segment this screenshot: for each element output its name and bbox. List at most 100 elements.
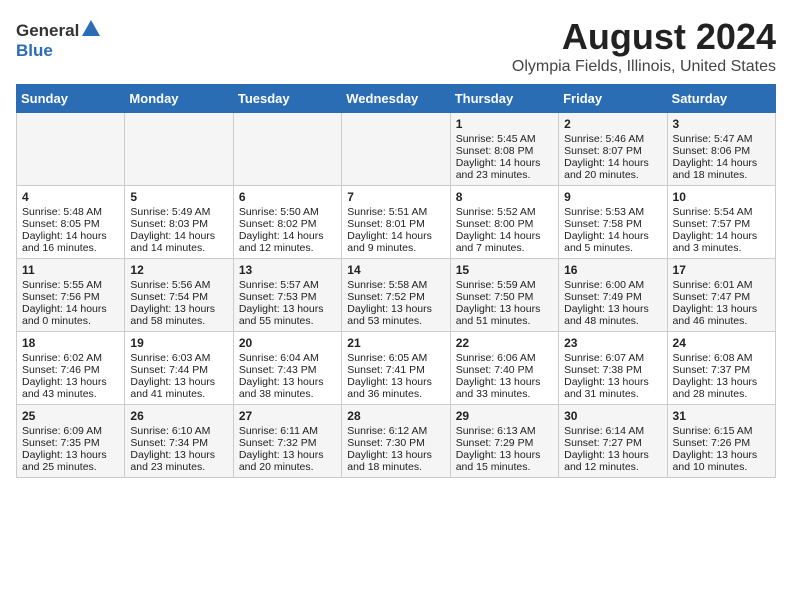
table-row: 29Sunrise: 6:13 AMSunset: 7:29 PMDayligh…	[450, 405, 558, 478]
day-number: 25	[22, 409, 119, 423]
day-info: Sunset: 7:43 PM	[239, 364, 336, 376]
table-row: 31Sunrise: 6:15 AMSunset: 7:26 PMDayligh…	[667, 405, 775, 478]
day-info: and 31 minutes.	[564, 388, 661, 400]
day-number: 27	[239, 409, 336, 423]
day-info: and 53 minutes.	[347, 315, 444, 327]
day-info: and 10 minutes.	[673, 461, 770, 473]
day-info: Sunrise: 5:48 AM	[22, 206, 119, 218]
day-number: 29	[456, 409, 553, 423]
table-row: 11Sunrise: 5:55 AMSunset: 7:56 PMDayligh…	[17, 259, 125, 332]
day-info: Sunset: 7:52 PM	[347, 291, 444, 303]
table-row: 22Sunrise: 6:06 AMSunset: 7:40 PMDayligh…	[450, 332, 558, 405]
day-info: Daylight: 13 hours	[456, 376, 553, 388]
day-info: Daylight: 13 hours	[130, 376, 227, 388]
table-row: 20Sunrise: 6:04 AMSunset: 7:43 PMDayligh…	[233, 332, 341, 405]
day-info: Daylight: 14 hours	[564, 230, 661, 242]
day-info: and 51 minutes.	[456, 315, 553, 327]
day-info: Daylight: 13 hours	[22, 449, 119, 461]
day-info: Sunset: 7:26 PM	[673, 437, 770, 449]
day-info: Sunrise: 5:49 AM	[130, 206, 227, 218]
day-info: Daylight: 14 hours	[130, 230, 227, 242]
day-number: 28	[347, 409, 444, 423]
day-info: Sunrise: 5:45 AM	[456, 133, 553, 145]
day-info: and 25 minutes.	[22, 461, 119, 473]
day-info: Sunset: 8:00 PM	[456, 218, 553, 230]
day-info: Sunset: 7:53 PM	[239, 291, 336, 303]
day-info: Daylight: 14 hours	[456, 157, 553, 169]
day-info: Sunset: 7:29 PM	[456, 437, 553, 449]
day-info: Sunrise: 6:05 AM	[347, 352, 444, 364]
day-info: Sunrise: 5:53 AM	[564, 206, 661, 218]
day-info: Sunrise: 6:15 AM	[673, 425, 770, 437]
day-info: Daylight: 13 hours	[130, 303, 227, 315]
table-row: 27Sunrise: 6:11 AMSunset: 7:32 PMDayligh…	[233, 405, 341, 478]
table-row: 19Sunrise: 6:03 AMSunset: 7:44 PMDayligh…	[125, 332, 233, 405]
day-info: Sunrise: 5:54 AM	[673, 206, 770, 218]
day-info: Sunset: 8:05 PM	[22, 218, 119, 230]
day-info: Sunset: 7:58 PM	[564, 218, 661, 230]
day-info: Sunrise: 5:55 AM	[22, 279, 119, 291]
day-info: Daylight: 13 hours	[239, 376, 336, 388]
day-info: Sunrise: 6:09 AM	[22, 425, 119, 437]
day-info: Sunset: 7:50 PM	[456, 291, 553, 303]
day-info: Sunrise: 5:46 AM	[564, 133, 661, 145]
table-row: 25Sunrise: 6:09 AMSunset: 7:35 PMDayligh…	[17, 405, 125, 478]
table-row: 17Sunrise: 6:01 AMSunset: 7:47 PMDayligh…	[667, 259, 775, 332]
day-info: and 48 minutes.	[564, 315, 661, 327]
col-saturday: Saturday	[667, 85, 775, 113]
day-number: 17	[673, 263, 770, 277]
day-info: and 55 minutes.	[239, 315, 336, 327]
day-number: 5	[130, 190, 227, 204]
day-number: 1	[456, 117, 553, 131]
calendar-title: August 2024	[16, 16, 776, 58]
col-monday: Monday	[125, 85, 233, 113]
calendar-week-row: 18Sunrise: 6:02 AMSunset: 7:46 PMDayligh…	[17, 332, 776, 405]
table-row: 5Sunrise: 5:49 AMSunset: 8:03 PMDaylight…	[125, 186, 233, 259]
day-info: and 15 minutes.	[456, 461, 553, 473]
day-number: 23	[564, 336, 661, 350]
day-info: Daylight: 14 hours	[564, 157, 661, 169]
table-row: 1Sunrise: 5:45 AMSunset: 8:08 PMDaylight…	[450, 113, 558, 186]
day-info: and 23 minutes.	[456, 169, 553, 181]
day-number: 22	[456, 336, 553, 350]
day-info: Daylight: 13 hours	[673, 303, 770, 315]
day-info: Daylight: 13 hours	[347, 449, 444, 461]
day-info: Sunrise: 5:59 AM	[456, 279, 553, 291]
day-info: Sunset: 7:38 PM	[564, 364, 661, 376]
day-number: 14	[347, 263, 444, 277]
day-info: Sunrise: 5:58 AM	[347, 279, 444, 291]
day-info: Daylight: 13 hours	[456, 303, 553, 315]
col-tuesday: Tuesday	[233, 85, 341, 113]
day-info: and 46 minutes.	[673, 315, 770, 327]
logo: General Blue	[16, 20, 100, 61]
day-info: Sunset: 7:49 PM	[564, 291, 661, 303]
day-info: Daylight: 13 hours	[22, 376, 119, 388]
day-number: 18	[22, 336, 119, 350]
day-info: Sunset: 7:34 PM	[130, 437, 227, 449]
table-row: 28 Sunrise: 6:12 AMSunset: 7:30 PMDayligh…	[342, 405, 450, 478]
table-row: 7Sunrise: 5:51 AMSunset: 8:01 PMDaylight…	[342, 186, 450, 259]
col-sunday: Sunday	[17, 85, 125, 113]
table-row	[342, 113, 450, 186]
day-info: Sunrise: 6:11 AM	[239, 425, 336, 437]
table-row: 3Sunrise: 5:47 AMSunset: 8:06 PMDaylight…	[667, 113, 775, 186]
table-row: 30Sunrise: 6:14 AMSunset: 7:27 PMDayligh…	[559, 405, 667, 478]
calendar-subtitle: Olympia Fields, Illinois, United States	[16, 58, 776, 76]
day-number: 31	[673, 409, 770, 423]
day-info: Sunrise: 5:51 AM	[347, 206, 444, 218]
table-row: 24Sunrise: 6:08 AMSunset: 7:37 PMDayligh…	[667, 332, 775, 405]
day-info: Daylight: 14 hours	[456, 230, 553, 242]
day-info: and 36 minutes.	[347, 388, 444, 400]
day-number: 2	[564, 117, 661, 131]
day-info: Sunrise: 6:12 AM	[347, 425, 444, 437]
day-info: Sunrise: 6:04 AM	[239, 352, 336, 364]
day-info: Sunrise: 5:52 AM	[456, 206, 553, 218]
day-info: and 58 minutes.	[130, 315, 227, 327]
calendar-header-row: Sunday Monday Tuesday Wednesday Thursday…	[17, 85, 776, 113]
day-info: Sunrise: 6:10 AM	[130, 425, 227, 437]
day-info: Daylight: 13 hours	[564, 376, 661, 388]
day-info: and 7 minutes.	[456, 242, 553, 254]
day-info: Sunset: 7:47 PM	[673, 291, 770, 303]
calendar-week-row: 4Sunrise: 5:48 AMSunset: 8:05 PMDaylight…	[17, 186, 776, 259]
day-info: Sunset: 7:30 PM	[347, 437, 444, 449]
